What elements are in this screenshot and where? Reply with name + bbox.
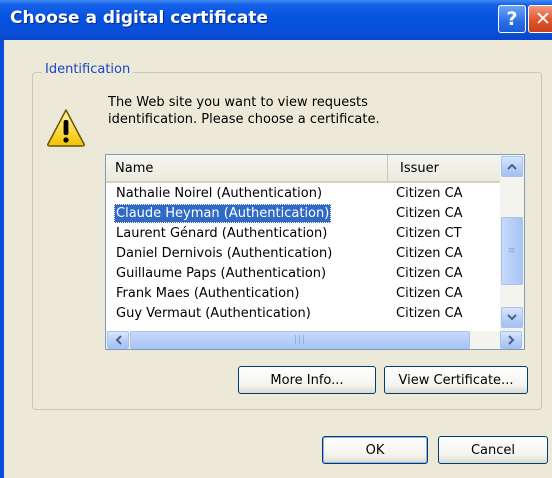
chevron-up-icon [507,163,517,170]
group-label: Identification [42,62,134,77]
chevron-right-icon [507,335,514,345]
table-row[interactable]: Frank Maes (Authentication) Citizen CA [106,283,500,303]
row-name: Guy Vermaut (Authentication) [116,306,311,321]
table-row[interactable]: Guillaume Paps (Authentication) Citizen … [106,263,500,283]
row-issuer: Citizen CA [396,286,463,301]
horizontal-scroll-thumb[interactable]: ||| [130,331,470,349]
grip-icon: ||| [293,335,307,345]
scroll-left-button[interactable] [107,331,129,349]
close-button[interactable]: ✕ [528,5,552,33]
help-button[interactable]: ? [498,5,526,33]
row-issuer: Citizen CT [396,226,462,241]
chevron-left-icon [115,335,122,345]
title-bar[interactable]: Choose a digital certificate ? ✕ [0,0,552,40]
table-row[interactable]: Nathalie Noirel (Authentication) Citizen… [106,183,500,203]
row-issuer: Citizen CA [396,266,463,281]
more-info-button[interactable]: More Info... [238,366,376,394]
scroll-up-button[interactable] [501,156,523,177]
list-header: Name Issuer [106,155,500,183]
column-header-name[interactable]: Name [106,155,388,183]
vertical-scrollbar[interactable]: ≡ [500,155,524,331]
table-row[interactable]: Daniel Dernivois (Authentication) Citize… [106,243,500,263]
row-name: Frank Maes (Authentication) [116,286,300,301]
close-icon: ✕ [535,8,551,30]
table-row[interactable]: Claude Heyman (Authentication) Citizen C… [106,203,500,223]
certificate-list[interactable]: Name Issuer Nathalie Noirel (Authenticat… [105,154,525,350]
table-row[interactable]: Guy Vermaut (Authentication) Citizen CA [106,303,500,323]
vertical-scroll-thumb[interactable]: ≡ [501,217,523,285]
row-name: Nathalie Noirel (Authentication) [116,186,323,201]
view-certificate-button[interactable]: View Certificate... [384,366,528,394]
row-issuer: Citizen CA [396,306,463,321]
list-rows: Nathalie Noirel (Authentication) Citizen… [106,183,500,323]
column-header-issuer[interactable]: Issuer [388,155,500,183]
horizontal-scrollbar[interactable]: ||| [106,331,524,349]
cancel-button[interactable]: Cancel [438,436,548,464]
grip-icon: ≡ [507,246,517,256]
table-row[interactable]: Laurent Génard (Authentication) Citizen … [106,223,500,243]
ok-button[interactable]: OK [322,436,428,464]
scroll-right-button[interactable] [500,331,522,349]
row-issuer: Citizen CA [396,186,463,201]
instruction-message: The Web site you want to view requests i… [108,95,380,127]
row-issuer: Citizen CA [396,206,463,221]
window-title: Choose a digital certificate [10,8,268,28]
scroll-down-button[interactable] [501,307,523,328]
warning-icon [47,109,85,147]
row-name: Guillaume Paps (Authentication) [116,266,327,281]
row-name: Claude Heyman (Authentication) [114,204,332,223]
dialog-window: Choose a digital certificate ? ✕ Identif… [0,0,552,478]
help-icon: ? [506,8,518,30]
row-name: Laurent Génard (Authentication) [116,226,328,241]
row-name: Daniel Dernivois (Authentication) [116,246,333,261]
chevron-down-icon [507,314,517,321]
row-issuer: Citizen CA [396,246,463,261]
